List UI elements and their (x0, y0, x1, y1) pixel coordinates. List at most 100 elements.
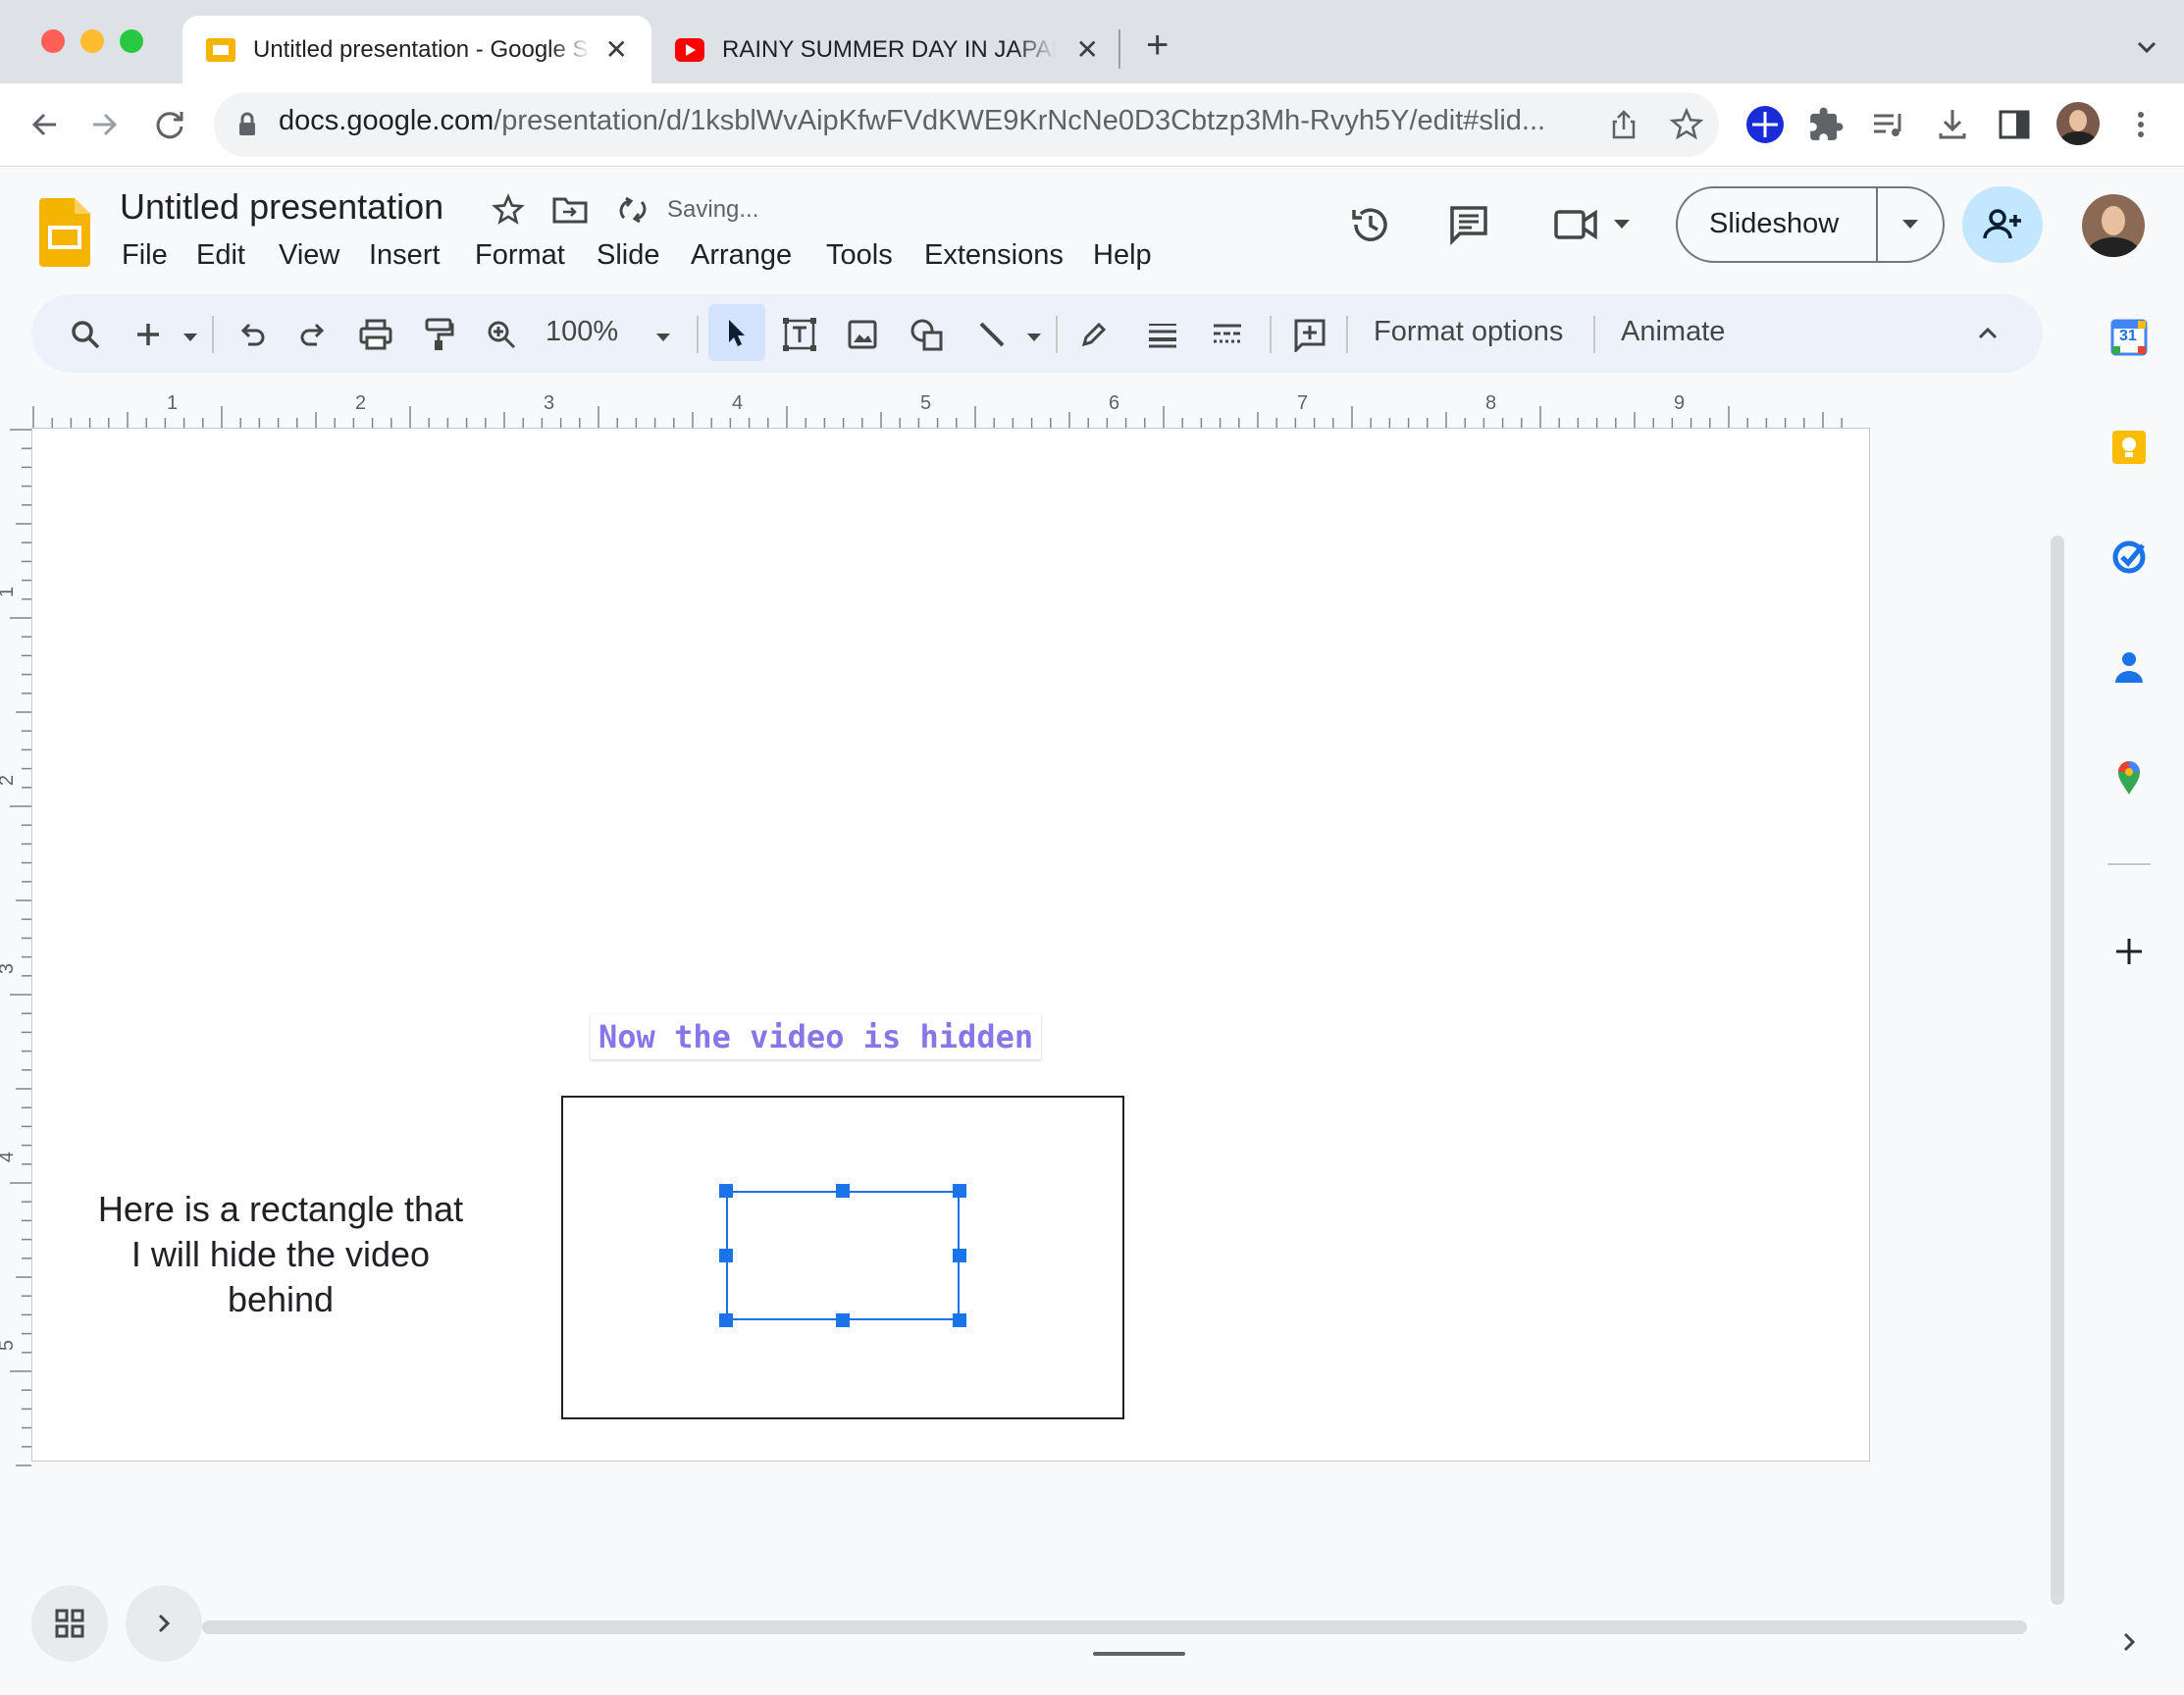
slide-body-text[interactable]: Here is a rectangle that I will hide the… (94, 1187, 467, 1322)
comments-icon[interactable] (1448, 204, 1489, 246)
line-dropdown-icon[interactable] (1026, 330, 1042, 341)
menu-extensions[interactable]: Extensions (924, 239, 1064, 272)
new-slide-icon[interactable] (126, 312, 171, 357)
resize-handle[interactable] (719, 1184, 733, 1198)
toolbar-separator (212, 316, 214, 353)
redo-icon[interactable] (290, 312, 336, 357)
meet-camera-icon[interactable] (1552, 206, 1599, 243)
ruler-mark: 4 (732, 392, 744, 414)
back-button[interactable] (20, 100, 69, 149)
text-box-icon[interactable] (777, 312, 822, 357)
add-comment-icon[interactable] (1287, 312, 1332, 357)
browser-menu-icon[interactable] (2131, 108, 2151, 141)
selected-rectangle-shape[interactable] (726, 1191, 960, 1320)
ruler-mark: 1 (167, 392, 179, 414)
bookmark-star-icon[interactable] (1668, 106, 1705, 143)
tab-slides[interactable]: Untitled presentation - Google Slides ✕ (182, 16, 651, 83)
resize-handle[interactable] (719, 1313, 733, 1327)
border-dash-icon[interactable] (1205, 312, 1250, 357)
keep-icon[interactable] (2107, 426, 2151, 469)
paint-format-icon[interactable] (416, 312, 461, 357)
border-color-icon[interactable] (1071, 312, 1117, 357)
forward-button[interactable] (80, 100, 130, 149)
zoom-level[interactable]: 100% (546, 316, 618, 348)
resize-handle[interactable] (953, 1184, 966, 1198)
line-icon[interactable] (969, 312, 1014, 357)
slideshow-button[interactable]: Slideshow (1709, 208, 1839, 240)
ruler-mark: 6 (1109, 392, 1120, 414)
zoom-dropdown-icon[interactable] (655, 330, 671, 341)
format-options-button[interactable]: Format options (1374, 316, 1563, 348)
menu-help[interactable]: Help (1093, 239, 1152, 272)
ruler-mark: 5 (920, 392, 932, 414)
horizontal-scrollbar[interactable] (202, 1620, 2027, 1634)
minimize-window-button[interactable] (80, 29, 104, 53)
speaker-notes-drag-handle[interactable] (1093, 1652, 1185, 1656)
maps-icon[interactable] (2107, 755, 2151, 798)
extensions-puzzle-icon[interactable] (1807, 106, 1845, 143)
slide-caption-text[interactable]: Now the video is hidden (591, 1014, 1042, 1059)
show-filmstrip-button[interactable] (126, 1585, 202, 1662)
calendar-icon[interactable]: 31 (2107, 316, 2151, 359)
close-window-button[interactable] (41, 29, 65, 53)
url-text[interactable]: docs.google.com/presentation/d/1ksblWvAi… (279, 105, 1545, 137)
share-button[interactable] (1962, 186, 2043, 263)
sync-icon (616, 194, 650, 226)
menu-format[interactable]: Format (475, 239, 565, 272)
browser-profile-avatar[interactable] (2056, 102, 2100, 145)
shape-icon[interactable] (905, 312, 950, 357)
search-menus-icon[interactable] (63, 312, 108, 357)
print-icon[interactable] (353, 312, 398, 357)
border-weight-icon[interactable] (1140, 312, 1185, 357)
menu-edit[interactable]: Edit (196, 239, 245, 272)
star-icon[interactable] (491, 192, 526, 228)
downloads-icon[interactable] (1933, 104, 1972, 143)
zoom-icon[interactable] (479, 312, 524, 357)
close-tab-icon[interactable]: ✕ (605, 33, 628, 66)
extension-compass-icon[interactable] (1746, 106, 1784, 143)
slideshow-dropdown-icon[interactable] (1901, 218, 1919, 230)
vertical-scrollbar[interactable] (2051, 536, 2064, 1605)
new-slide-dropdown-icon[interactable] (182, 330, 198, 341)
ruler-mark: 8 (1485, 392, 1497, 414)
account-avatar[interactable] (2082, 194, 2145, 257)
slides-logo-icon[interactable] (39, 198, 90, 267)
document-title[interactable]: Untitled presentation (120, 186, 443, 228)
resize-handle[interactable] (953, 1249, 966, 1262)
show-side-panel-chevron-icon[interactable] (2107, 1620, 2151, 1664)
side-panel-icon[interactable] (1996, 106, 2033, 143)
menu-file[interactable]: File (122, 239, 168, 272)
youtube-favicon-icon (675, 37, 704, 62)
menu-arrange[interactable]: Arrange (691, 239, 792, 272)
animate-button[interactable]: Animate (1621, 316, 1725, 348)
menu-slide[interactable]: Slide (597, 239, 660, 272)
resize-handle[interactable] (953, 1313, 966, 1327)
undo-icon[interactable] (230, 312, 275, 357)
media-queue-icon[interactable] (1870, 106, 1907, 143)
menu-insert[interactable]: Insert (369, 239, 441, 272)
resize-handle[interactable] (836, 1184, 850, 1198)
tab-youtube[interactable]: RAINY SUMMER DAY IN JAPAN ✕ (651, 16, 1122, 83)
collapse-toolbar-chevron-icon[interactable] (1974, 320, 2002, 347)
resize-handle[interactable] (719, 1249, 733, 1262)
tasks-icon[interactable] (2107, 536, 2151, 579)
tab-search-chevron-icon[interactable] (2125, 26, 2168, 69)
insert-image-icon[interactable] (840, 312, 885, 357)
menu-tools[interactable]: Tools (826, 239, 893, 272)
meet-dropdown-icon[interactable] (1613, 218, 1631, 230)
resize-handle[interactable] (836, 1313, 850, 1327)
share-page-icon[interactable] (1607, 108, 1640, 141)
new-tab-button[interactable]: + (1146, 24, 1169, 68)
close-tab-icon[interactable]: ✕ (1076, 33, 1099, 66)
grid-view-button[interactable] (31, 1585, 108, 1662)
reload-button[interactable] (145, 100, 194, 149)
contacts-icon[interactable] (2107, 645, 2151, 689)
slideshow-divider (1876, 186, 1878, 263)
ruler-labels: 1 2 3 4 5 6 7 8 9 (31, 392, 1854, 428)
version-history-icon[interactable] (1348, 202, 1393, 247)
menu-view[interactable]: View (279, 239, 339, 272)
select-tool-button[interactable] (708, 304, 765, 361)
get-addons-plus-icon[interactable] (2107, 930, 2151, 973)
move-folder-icon[interactable] (551, 194, 589, 226)
maximize-window-button[interactable] (120, 29, 143, 53)
